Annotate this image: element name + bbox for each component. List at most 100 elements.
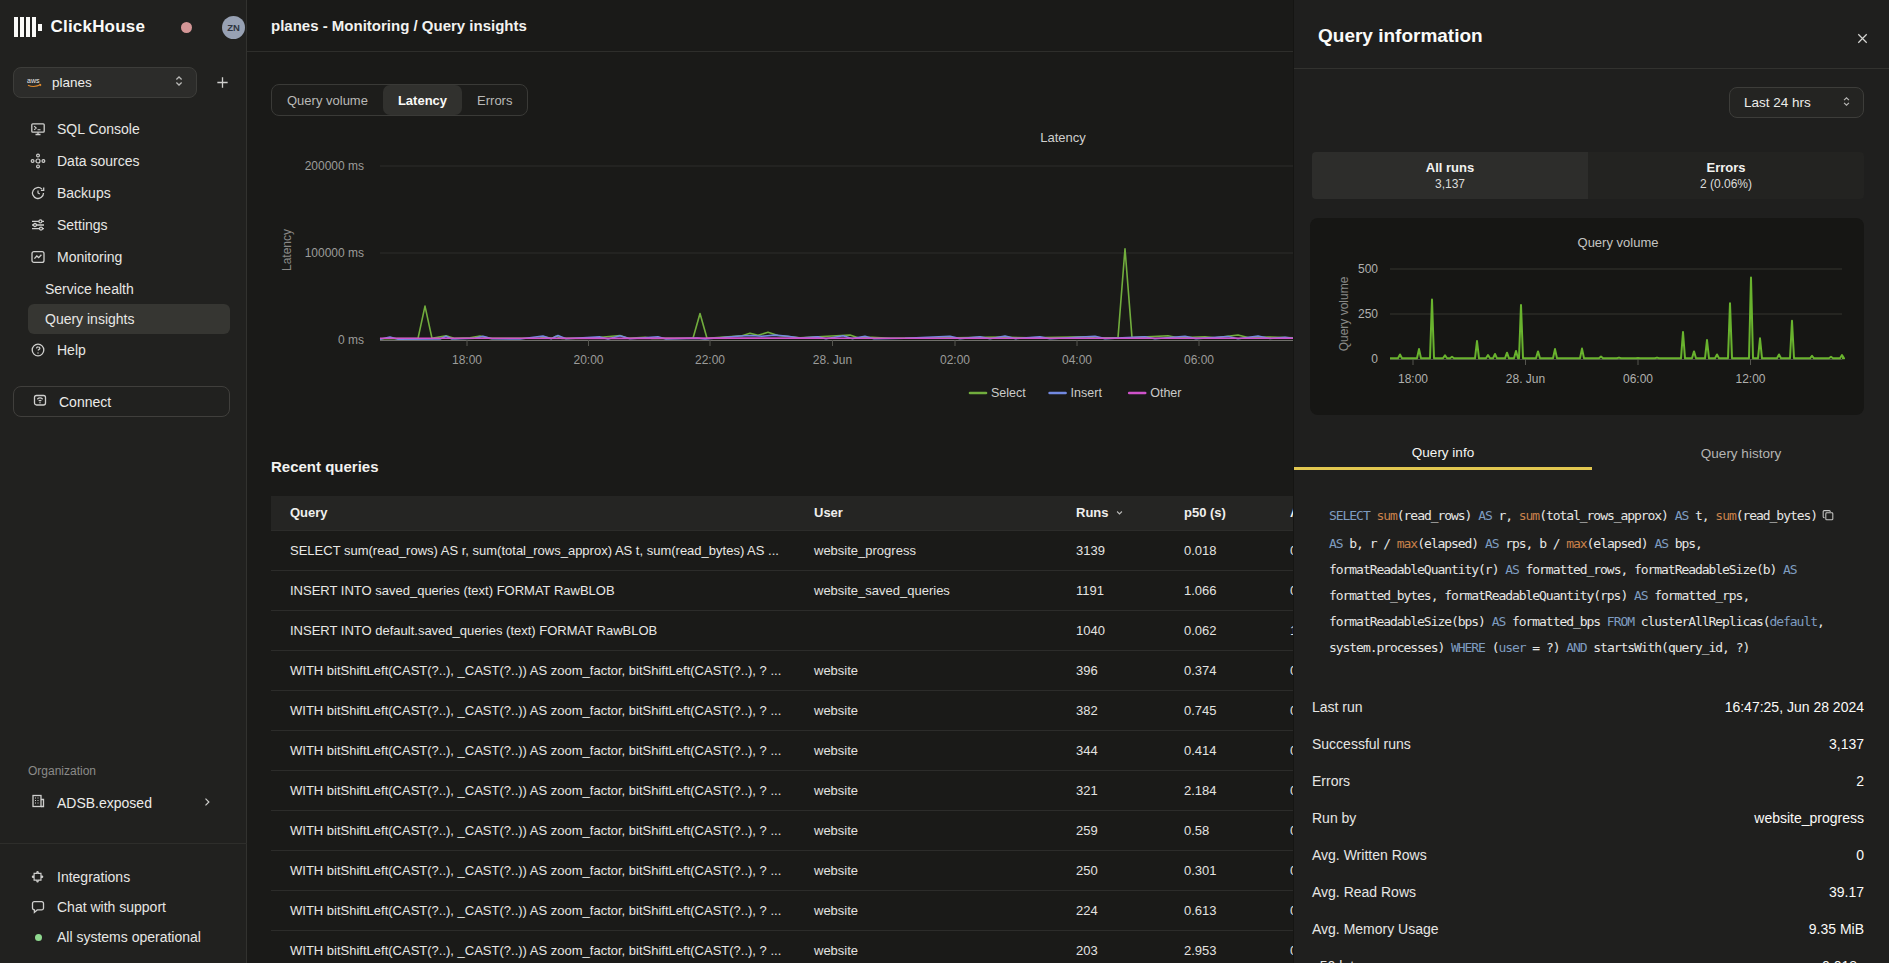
recent-queries-table: Query User Runsp50 (s)Avg. SELECT sum(read… [271,496,1293,963]
panel-tab-query-info[interactable]: Query info [1294,437,1592,470]
avg-cell: 0 [1271,850,1293,890]
sidebar-item-data-sources[interactable]: Data sources [0,145,247,177]
sidebar-item-label: Help [57,342,86,358]
sql-line: AS b, r / max(elapsed) AS rps, b / max(e… [1329,531,1864,557]
time-range-select[interactable]: Last 24 hrs [1729,87,1864,118]
sidebar-item-backups[interactable]: Backups [0,177,247,209]
query-details-list: Last run16:47:25, Jun 28 2024Successful … [1312,688,1864,963]
table-row[interactable]: WITH bitShiftLeft(CAST(?..), _CAST(?..))… [271,690,1293,730]
sidebar-item-label: SQL Console [57,121,140,137]
sidebar-item-query-insights[interactable]: Query insights [28,304,230,334]
clickhouse-logo-icon[interactable] [14,17,42,37]
table-row[interactable]: WITH bitShiftLeft(CAST(?..), _CAST(?..))… [271,730,1293,770]
sql-line: formatReadableSize(bps) AS formatted_bps… [1329,609,1864,635]
p50-cell: 2.953 [1165,930,1271,963]
sidebar-item-monitoring[interactable]: Monitoring [0,241,247,273]
column-header-user[interactable]: User [795,496,1057,530]
column-header-p50-s-[interactable]: p50 (s) [1165,496,1271,530]
table-row[interactable]: WITH bitShiftLeft(CAST(?..), _CAST(?..))… [271,770,1293,810]
logo-text[interactable]: ClickHouse [51,17,146,37]
column-header-query[interactable]: Query [271,496,795,530]
tab-query-volume[interactable]: Query volume [272,85,383,115]
detail-label: Avg. Read Rows [1312,884,1416,900]
svg-text:aws: aws [27,77,40,84]
close-icon[interactable] [1852,28,1872,48]
footer-item-label: Integrations [57,869,130,885]
table-row[interactable]: INSERT INTO saved_queries (text) FORMAT … [271,570,1293,610]
detail-label: Successful runs [1312,736,1411,752]
avatar[interactable]: ZN [222,16,245,39]
sql-query-code[interactable]: SELECT sum(read_rows) AS r, sum(total_ro… [1329,503,1864,661]
query-cell: SELECT sum(read_rows) AS r, sum(total_ro… [271,530,795,570]
column-header-avg-[interactable]: Avg. [1271,496,1293,530]
panel-tab-query-history[interactable]: Query history [1592,437,1889,470]
table-row[interactable]: INSERT INTO default.saved_queries (text)… [271,610,1293,650]
sidebar-item-help[interactable]: Help [0,334,247,366]
query-cell: INSERT INTO default.saved_queries (text)… [271,610,795,650]
detail-row-successful-runs: Successful runs 3,137 [1312,725,1864,762]
detail-label: Last run [1312,699,1363,715]
table-row[interactable]: SELECT sum(read_rows) AS r, sum(total_ro… [271,530,1293,570]
table-row[interactable]: WITH bitShiftLeft(CAST(?..), _CAST(?..))… [271,890,1293,930]
user-cell: website [795,810,1057,850]
column-header-label: User [814,505,843,520]
detail-value: 0.018s [1822,958,1864,963]
detail-value: 3,137 [1829,736,1864,752]
runs-cell: 250 [1057,850,1165,890]
organization-row[interactable]: ADSB.exposed [0,789,247,817]
runs-cell: 203 [1057,930,1165,963]
panel-title: Query information [1318,25,1483,47]
svg-text:02:00: 02:00 [940,353,970,367]
p50-cell: 2.184 [1165,770,1271,810]
integrations-icon [30,869,46,885]
monitoring-icon [30,249,46,265]
detail-label: Run by [1312,810,1356,826]
toggle-all-runs[interactable]: All runs 3,137 [1312,152,1588,199]
table-row[interactable]: WITH bitShiftLeft(CAST(?..), _CAST(?..))… [271,930,1293,963]
runs-cell: 259 [1057,810,1165,850]
user-cell: website [795,850,1057,890]
sidebar-item-sql-console[interactable]: SQL Console [0,113,247,145]
footer-item-label: All systems operational [57,929,201,945]
sidebar-item-label: Monitoring [57,249,122,265]
footer-item-integrations[interactable]: Integrations [0,862,247,892]
latency-chart: 0 ms100000 ms200000 msLatencyLatency18:0… [247,120,1293,420]
query-cell: WITH bitShiftLeft(CAST(?..), _CAST(?..))… [271,650,795,690]
p50-cell: 0.018 [1165,530,1271,570]
query-volume-chart: 0250500Query volumeQuery volume18:0028. … [1310,218,1864,415]
avg-cell: 0 [1271,690,1293,730]
query-cell: WITH bitShiftLeft(CAST(?..), _CAST(?..))… [271,810,795,850]
svg-text:Latency: Latency [280,229,294,271]
detail-value: 0 [1856,847,1864,863]
avg-cell: 0 [1271,930,1293,963]
sidebar-item-settings[interactable]: Settings [0,209,247,241]
tab-latency[interactable]: Latency [383,85,462,115]
svg-text:04:00: 04:00 [1062,353,1092,367]
sidebar-item-service-health[interactable]: Service health [0,273,247,304]
avg-cell: 0 [1271,810,1293,850]
connect-button[interactable]: Connect [13,386,230,417]
avg-cell: 0 [1271,570,1293,610]
service-selector[interactable]: aws planes [13,67,197,98]
copy-icon[interactable] [1821,505,1835,531]
chevron-updown-icon [1840,95,1853,111]
query-cell: WITH bitShiftLeft(CAST(?..), _CAST(?..))… [271,890,795,930]
sort-chevron-down-icon [1114,506,1125,521]
table-row[interactable]: WITH bitShiftLeft(CAST(?..), _CAST(?..))… [271,850,1293,890]
column-header-runs[interactable]: Runs [1057,496,1165,530]
panel-tabs: Query infoQuery history [1294,437,1889,470]
detail-row-p50-latency: p50 latency0.018s [1312,947,1864,963]
chat-icon [30,899,46,915]
svg-text:Query volume: Query volume [1578,235,1659,250]
tab-errors[interactable]: Errors [462,85,527,115]
footer-item-all-systems-operational[interactable]: All systems operational [0,922,247,952]
sql-line: formatReadableQuantity(r) AS formatted_r… [1329,557,1864,583]
add-service-button[interactable] [210,70,234,94]
table-row[interactable]: WITH bitShiftLeft(CAST(?..), _CAST(?..))… [271,810,1293,850]
svg-text:28. Jun: 28. Jun [1506,372,1545,386]
avg-cell: 0 [1271,650,1293,690]
svg-text:Insert: Insert [1071,386,1103,400]
table-row[interactable]: WITH bitShiftLeft(CAST(?..), _CAST(?..))… [271,650,1293,690]
toggle-errors[interactable]: Errors 2 (0.06%) [1588,152,1864,199]
footer-item-chat-with-support[interactable]: Chat with support [0,892,247,922]
